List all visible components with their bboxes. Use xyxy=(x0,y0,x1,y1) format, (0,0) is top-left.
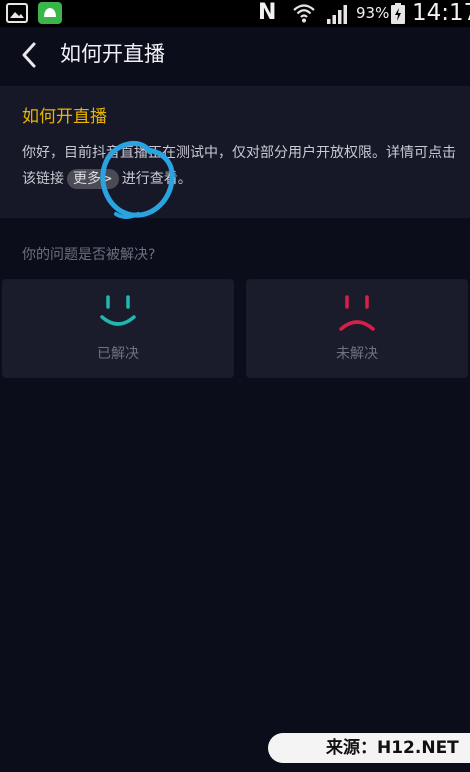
nfc-n-icon: N xyxy=(258,0,277,25)
page-title: 如何开直播 xyxy=(60,42,165,66)
back-arrow-icon[interactable] xyxy=(18,41,40,69)
article-title: 如何开直播 xyxy=(22,107,107,127)
wifi-icon xyxy=(293,4,315,23)
article-body-text-end: 进行查看。 xyxy=(121,171,192,187)
feedback-question: 你的问题是否被解决? xyxy=(22,247,156,263)
status-bar: N 93% 14:17 xyxy=(0,0,470,27)
clock: 14:17 xyxy=(412,0,470,26)
sad-face-icon xyxy=(339,295,375,331)
unsolved-button[interactable]: 未解决 xyxy=(246,279,468,378)
signal-strength-icon xyxy=(327,5,347,24)
app-notification-icon xyxy=(38,2,62,24)
source-watermark: 来源：H12.NET xyxy=(268,733,470,763)
battery-charging-icon xyxy=(391,3,405,24)
gallery-notification-icon xyxy=(6,3,28,23)
article-body: 你好，目前抖音直播正在测试中，仅对部分用户开放权限。详情可点击该链接 更多> 进行查… xyxy=(22,140,462,192)
more-link-button[interactable]: 更多> xyxy=(67,169,119,189)
solved-button[interactable]: 已解决 xyxy=(2,279,234,378)
article-card: 如何开直播 你好，目前抖音直播正在测试中，仅对部分用户开放权限。详情可点击该链接… xyxy=(0,86,470,218)
smile-face-icon xyxy=(100,295,136,326)
battery-percent: 93% xyxy=(356,4,390,22)
solved-label: 已解决 xyxy=(97,346,139,362)
header-bar: 如何开直播 xyxy=(0,27,470,82)
unsolved-label: 未解决 xyxy=(336,346,378,362)
